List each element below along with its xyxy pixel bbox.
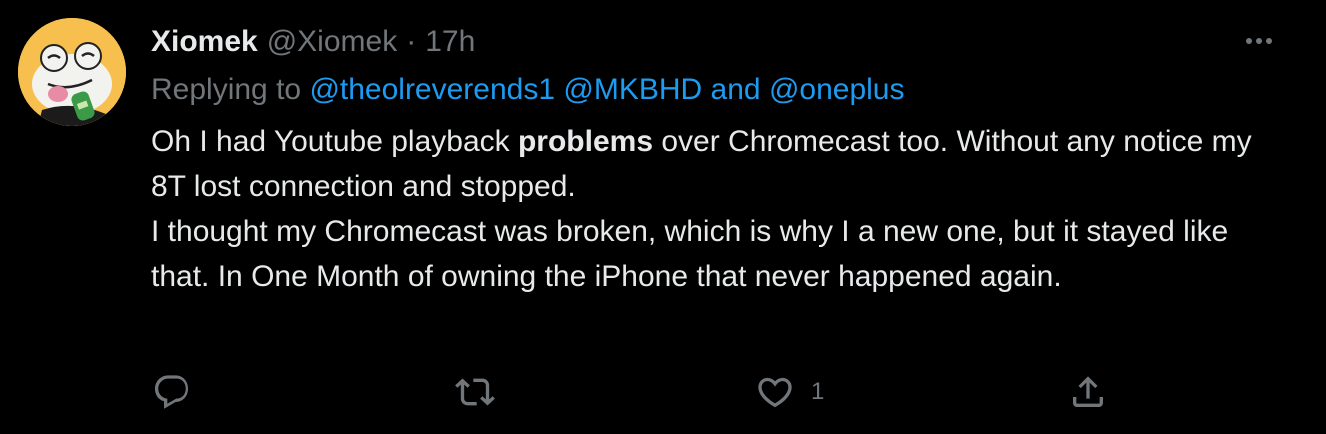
tweet-text-segment: Oh I had Youtube playback [151, 125, 518, 158]
more-dot [1246, 38, 1252, 44]
retweet-icon [455, 378, 495, 406]
replying-to-label: Replying to [151, 73, 302, 106]
tweet-header: Xiomek @Xiomek · 17h [151, 22, 475, 62]
like-count: 1 [811, 378, 825, 405]
mention-link[interactable]: @MKBHD [563, 73, 702, 106]
mention-conjunction[interactable]: and [711, 73, 761, 106]
tweet-paragraph: Oh I had Youtube playback problems over … [151, 119, 1271, 209]
timestamp[interactable]: 17h [425, 25, 475, 59]
avatar[interactable] [18, 18, 126, 126]
tweet-text: Oh I had Youtube playback problems over … [151, 119, 1271, 299]
more-dot [1266, 38, 1272, 44]
more-dot [1256, 38, 1262, 44]
share-icon [1073, 376, 1103, 407]
frog-avatar-icon [18, 18, 126, 126]
share-button[interactable] [1068, 370, 1108, 414]
mention-link[interactable]: @theolreverends1 [309, 73, 555, 106]
mention-link[interactable]: @oneplus [769, 73, 905, 106]
separator-dot: · [406, 25, 417, 58]
more-options-icon[interactable] [1242, 28, 1276, 54]
reply-icon [154, 375, 189, 409]
retweet-button[interactable] [455, 370, 495, 414]
reply-button[interactable] [152, 370, 192, 414]
replying-to-line: Replying to @theolreverends1 @MKBHD and … [151, 70, 904, 110]
tweet-paragraph: I thought my Chromecast was broken, whic… [151, 215, 1229, 293]
heart-icon [758, 377, 792, 408]
like-button[interactable]: 1 [755, 370, 824, 414]
author-name[interactable]: Xiomek [151, 25, 258, 59]
tweet-actions: 1 [0, 370, 1326, 414]
tweet-bold-word: problems [517, 125, 653, 158]
author-handle[interactable]: @Xiomek [267, 25, 398, 59]
